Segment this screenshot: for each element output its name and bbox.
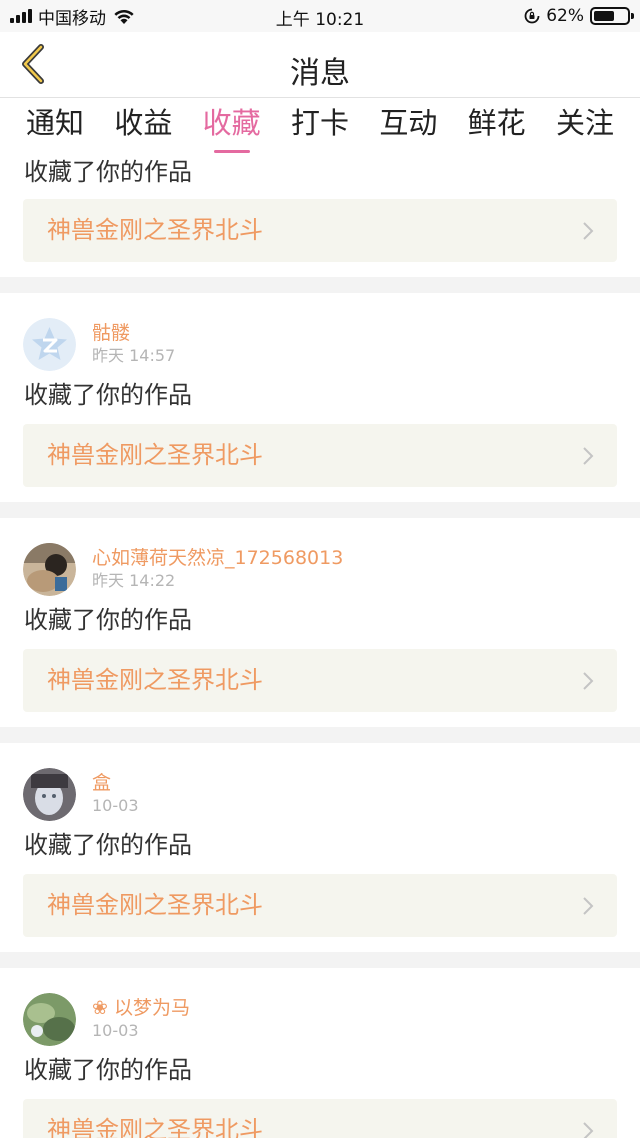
work-link[interactable]: 神兽金刚之圣界北斗 [23, 424, 617, 487]
tab-following[interactable]: 关注 [556, 99, 614, 155]
qzone-default-avatar-icon [23, 317, 76, 371]
work-link[interactable]: 神兽金刚之圣界北斗 [23, 649, 617, 712]
action-text: 收藏了你的作品 [24, 606, 192, 634]
work-link[interactable]: 神兽金刚之圣界北斗 [23, 199, 617, 262]
status-bar: 中国移动 上午 10:21 62% [0, 0, 640, 32]
user-photo-icon [23, 767, 76, 821]
tab-flowers[interactable]: 鲜花 [468, 99, 526, 155]
work-title: 神兽金刚之圣界北斗 [47, 1116, 263, 1138]
status-right: 62% [524, 5, 634, 27]
user-row: 盒 10-03 [23, 767, 139, 821]
chevron-right-icon [583, 672, 594, 690]
tab-notifications[interactable]: 通知 [26, 99, 84, 155]
action-text: 收藏了你的作品 [24, 158, 192, 186]
timestamp: 10-03 [92, 796, 139, 815]
message-list[interactable]: 收藏了你的作品 神兽金刚之圣界北斗 骷髅 昨天 14:57 收藏了你的作品 神兽… [0, 155, 640, 1138]
avatar[interactable] [23, 542, 76, 596]
message-card: ❀ 以梦为马 10-03 收藏了你的作品 神兽金刚之圣界北斗 [0, 968, 640, 1138]
work-title: 神兽金刚之圣界北斗 [47, 891, 263, 919]
user-row: 心如薄荷天然凉_172568013 昨天 14:22 [23, 542, 343, 596]
tab-bar: 通知 收益 收藏 打卡 互动 鲜花 关注 [0, 99, 640, 155]
message-card: 盒 10-03 收藏了你的作品 神兽金刚之圣界北斗 [0, 743, 640, 952]
chevron-right-icon [583, 447, 594, 465]
user-row: 骷髅 昨天 14:57 [23, 317, 175, 371]
tab-favorites[interactable]: 收藏 [203, 99, 261, 155]
work-link[interactable]: 神兽金刚之圣界北斗 [23, 874, 617, 937]
work-title: 神兽金刚之圣界北斗 [47, 441, 263, 469]
work-link[interactable]: 神兽金刚之圣界北斗 [23, 1099, 617, 1138]
timestamp: 10-03 [92, 1021, 139, 1040]
tab-checkin[interactable]: 打卡 [291, 99, 349, 155]
timestamp: 昨天 14:57 [92, 346, 176, 365]
action-text: 收藏了你的作品 [24, 381, 192, 409]
username[interactable]: 盒 [92, 771, 139, 795]
user-row: ❀ 以梦为马 10-03 [23, 992, 190, 1046]
chevron-right-icon [583, 222, 594, 240]
tab-interactions[interactable]: 互动 [379, 99, 437, 155]
chevron-right-icon [583, 897, 594, 915]
user-photo-icon [23, 542, 76, 596]
message-card: 心如薄荷天然凉_172568013 昨天 14:22 收藏了你的作品 神兽金刚之… [0, 518, 640, 727]
action-text: 收藏了你的作品 [24, 1056, 192, 1084]
username[interactable]: ❀ 以梦为马 [92, 996, 190, 1020]
chevron-left-icon [22, 44, 44, 84]
message-card: 收藏了你的作品 神兽金刚之圣界北斗 [0, 155, 640, 277]
action-text: 收藏了你的作品 [24, 831, 192, 859]
timestamp: 昨天 14:22 [92, 571, 176, 590]
nav-bar: 消息 [0, 32, 640, 98]
work-title: 神兽金刚之圣界北斗 [47, 216, 263, 244]
battery-percent: 62% [546, 6, 584, 26]
avatar[interactable] [23, 767, 76, 821]
battery-icon [590, 7, 634, 25]
page-title: 消息 [290, 56, 350, 91]
tab-earnings[interactable]: 收益 [114, 99, 172, 155]
username[interactable]: 心如薄荷天然凉_172568013 [92, 546, 343, 570]
work-title: 神兽金刚之圣界北斗 [47, 666, 263, 694]
user-photo-icon [23, 992, 76, 1046]
message-card: 骷髅 昨天 14:57 收藏了你的作品 神兽金刚之圣界北斗 [0, 293, 640, 502]
username[interactable]: 骷髅 [92, 321, 175, 345]
back-button[interactable] [10, 42, 54, 86]
avatar[interactable] [23, 992, 76, 1046]
avatar[interactable] [23, 317, 76, 371]
orientation-lock-icon [524, 8, 540, 24]
chevron-right-icon [583, 1122, 594, 1138]
